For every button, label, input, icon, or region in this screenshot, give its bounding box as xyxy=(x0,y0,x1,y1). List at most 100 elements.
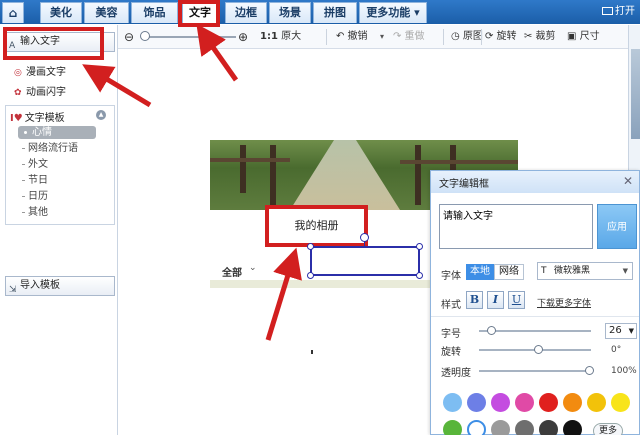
italic-button[interactable]: I xyxy=(487,291,504,309)
font-size-select[interactable]: 26 ▼ xyxy=(605,323,637,339)
zoom-out-icon[interactable]: ⊖ xyxy=(124,30,134,44)
text-template-title: 文字模板 xyxy=(24,113,65,124)
download-more-fonts-link[interactable]: 下载更多字体 xyxy=(537,296,591,309)
input-text-highlight xyxy=(3,27,104,60)
template-category-mood[interactable]: 心情 xyxy=(18,126,96,139)
tab-accessories[interactable]: 饰品 xyxy=(131,2,178,23)
template-category-calendar[interactable]: 日历 xyxy=(22,190,48,203)
font-size-value: 26 xyxy=(609,325,622,336)
tab-home[interactable]: ⌂ xyxy=(2,2,24,23)
album-label: 我的相册 xyxy=(294,219,339,232)
template-category-other[interactable]: 其他 xyxy=(22,206,48,219)
resize-handle-top-left[interactable] xyxy=(307,243,314,250)
open-button[interactable]: 打开 xyxy=(602,3,640,21)
opacity-slider[interactable] xyxy=(479,366,594,375)
import-icon: ⇲ xyxy=(9,285,17,295)
color-swatch[interactable] xyxy=(467,393,486,412)
left-panel: A 输入文字 ◎ 漫画文字 ✿ 动画闪字 I♥ 文字模板 ▲ 心情 网络流行语 外文 节… xyxy=(0,25,118,435)
tab-more-features[interactable]: 更多功能 ▾ xyxy=(359,2,427,23)
color-swatch[interactable] xyxy=(515,393,534,412)
crop-button[interactable]: ✂ 裁剪 xyxy=(524,30,556,44)
redo-button[interactable]: ↷ 重做 xyxy=(393,30,425,44)
opacity-slider-knob[interactable] xyxy=(585,366,594,375)
toolbar-divider xyxy=(443,29,444,45)
color-swatch[interactable] xyxy=(563,393,582,412)
color-swatch[interactable] xyxy=(491,393,510,412)
dialog-title: 文字编辑框 xyxy=(439,179,489,190)
bold-button[interactable]: B xyxy=(466,291,483,309)
color-swatch[interactable] xyxy=(515,420,534,435)
rotation-label: 旋转 xyxy=(441,347,461,358)
font-source-local-tab[interactable]: 本地 xyxy=(466,264,494,280)
template-category-festival[interactable]: 节日 xyxy=(22,174,48,187)
font-label: 字体 xyxy=(441,271,461,282)
import-template-label: 导入模板 xyxy=(20,280,60,291)
rotate-button[interactable]: ⟳ 旋转 xyxy=(485,30,517,44)
text-edit-dialog: 文字编辑框 ✕ 请输入文字 应用 字体 本地 网络 T 微软雅黑 ▼ 样式 B I … xyxy=(430,170,640,435)
photo-strip xyxy=(210,280,435,288)
color-swatch[interactable] xyxy=(491,420,510,435)
undo-button[interactable]: ↶ 撤销 xyxy=(336,30,368,44)
text-template-header[interactable]: I♥ 文字模板 xyxy=(10,109,65,124)
color-swatch[interactable] xyxy=(539,393,558,412)
actual-size-button[interactable]: 1:1 原大 xyxy=(260,30,301,44)
underline-button[interactable]: U xyxy=(508,291,525,309)
main-tab-bar: ⌂ 美化 美容 饰品 文字 边框 场景 拼图 更多功能 ▾ 打开 xyxy=(0,0,640,24)
tab-puzzle[interactable]: 拼图 xyxy=(313,2,357,23)
font-size-label: 字号 xyxy=(441,329,461,340)
color-swatch[interactable] xyxy=(587,393,606,412)
resize-handle-top-right[interactable] xyxy=(416,243,423,250)
color-swatch[interactable] xyxy=(611,393,630,412)
font-select[interactable]: T 微软雅黑 ▼ xyxy=(537,262,633,280)
tab-scene[interactable]: 场景 xyxy=(269,2,311,23)
undo-dropdown-icon[interactable]: ▾ xyxy=(380,30,384,44)
color-swatch[interactable] xyxy=(467,420,486,435)
zoom-in-icon[interactable]: ⊕ xyxy=(238,30,248,44)
collapse-icon[interactable]: ▲ xyxy=(96,110,106,120)
rotation-slider-knob[interactable] xyxy=(534,345,543,354)
import-template-button[interactable]: ⇲ 导入模板 xyxy=(5,276,115,296)
fence-post xyxy=(415,145,421,205)
all-filter-label[interactable]: 全部 xyxy=(222,264,242,279)
template-category-slang[interactable]: 网络流行语 xyxy=(22,142,78,155)
zoom-slider-knob[interactable] xyxy=(140,31,150,41)
tab-border[interactable]: 边框 xyxy=(225,2,267,23)
tab-beauty[interactable]: 美容 xyxy=(84,2,129,23)
tab-beautify[interactable]: 美化 xyxy=(40,2,82,23)
photo-path xyxy=(290,140,400,210)
toolbar-divider xyxy=(481,29,482,45)
font-size-slider[interactable] xyxy=(479,326,591,335)
animated-text-label: 动画闪字 xyxy=(26,87,66,98)
apply-button[interactable]: 应用 xyxy=(597,204,637,249)
color-swatch[interactable] xyxy=(443,420,462,435)
text-selection-box[interactable] xyxy=(307,243,423,279)
fence-rail xyxy=(400,160,518,164)
actual-size-label: 原大 xyxy=(281,31,302,42)
dialog-header[interactable]: 文字编辑框 ✕ xyxy=(431,171,639,193)
animated-text-item[interactable]: ✿ 动画闪字 xyxy=(14,86,66,100)
color-swatch[interactable] xyxy=(443,393,462,412)
font-select-value: 微软雅黑 xyxy=(554,266,591,276)
open-label: 打开 xyxy=(615,6,635,17)
zoom-slider[interactable] xyxy=(144,36,236,38)
comic-text-item[interactable]: ◎ 漫画文字 xyxy=(14,66,66,80)
text-input-field[interactable]: 请输入文字 xyxy=(439,204,593,249)
resize-button[interactable]: ▣ 尺寸 xyxy=(567,30,600,44)
text-template-panel: I♥ 文字模板 ▲ 心情 网络流行语 外文 节日 日历 其他 xyxy=(5,105,115,225)
template-category-foreign[interactable]: 外文 xyxy=(22,158,48,171)
close-icon[interactable]: ✕ xyxy=(623,174,633,188)
color-swatch[interactable] xyxy=(563,420,582,435)
font-source-web-tab[interactable]: 网络 xyxy=(494,264,524,280)
color-swatch[interactable] xyxy=(539,420,558,435)
right-preview-thumb[interactable] xyxy=(631,49,640,139)
font-size-slider-knob[interactable] xyxy=(487,326,496,335)
more-colors-button[interactable]: 更多 xyxy=(593,423,623,435)
original-image-button[interactable]: ◷ 原图 xyxy=(451,30,483,44)
resize-handle-bottom-left[interactable] xyxy=(307,272,314,279)
home-icon: ⌂ xyxy=(8,6,18,20)
comic-text-label: 漫画文字 xyxy=(26,67,66,78)
chevron-down-icon[interactable]: ⌄ xyxy=(249,263,257,273)
resize-handle-bottom-right[interactable] xyxy=(416,272,423,279)
rotation-slider[interactable] xyxy=(479,345,591,354)
template-logo-icon: I♥ xyxy=(10,113,23,124)
